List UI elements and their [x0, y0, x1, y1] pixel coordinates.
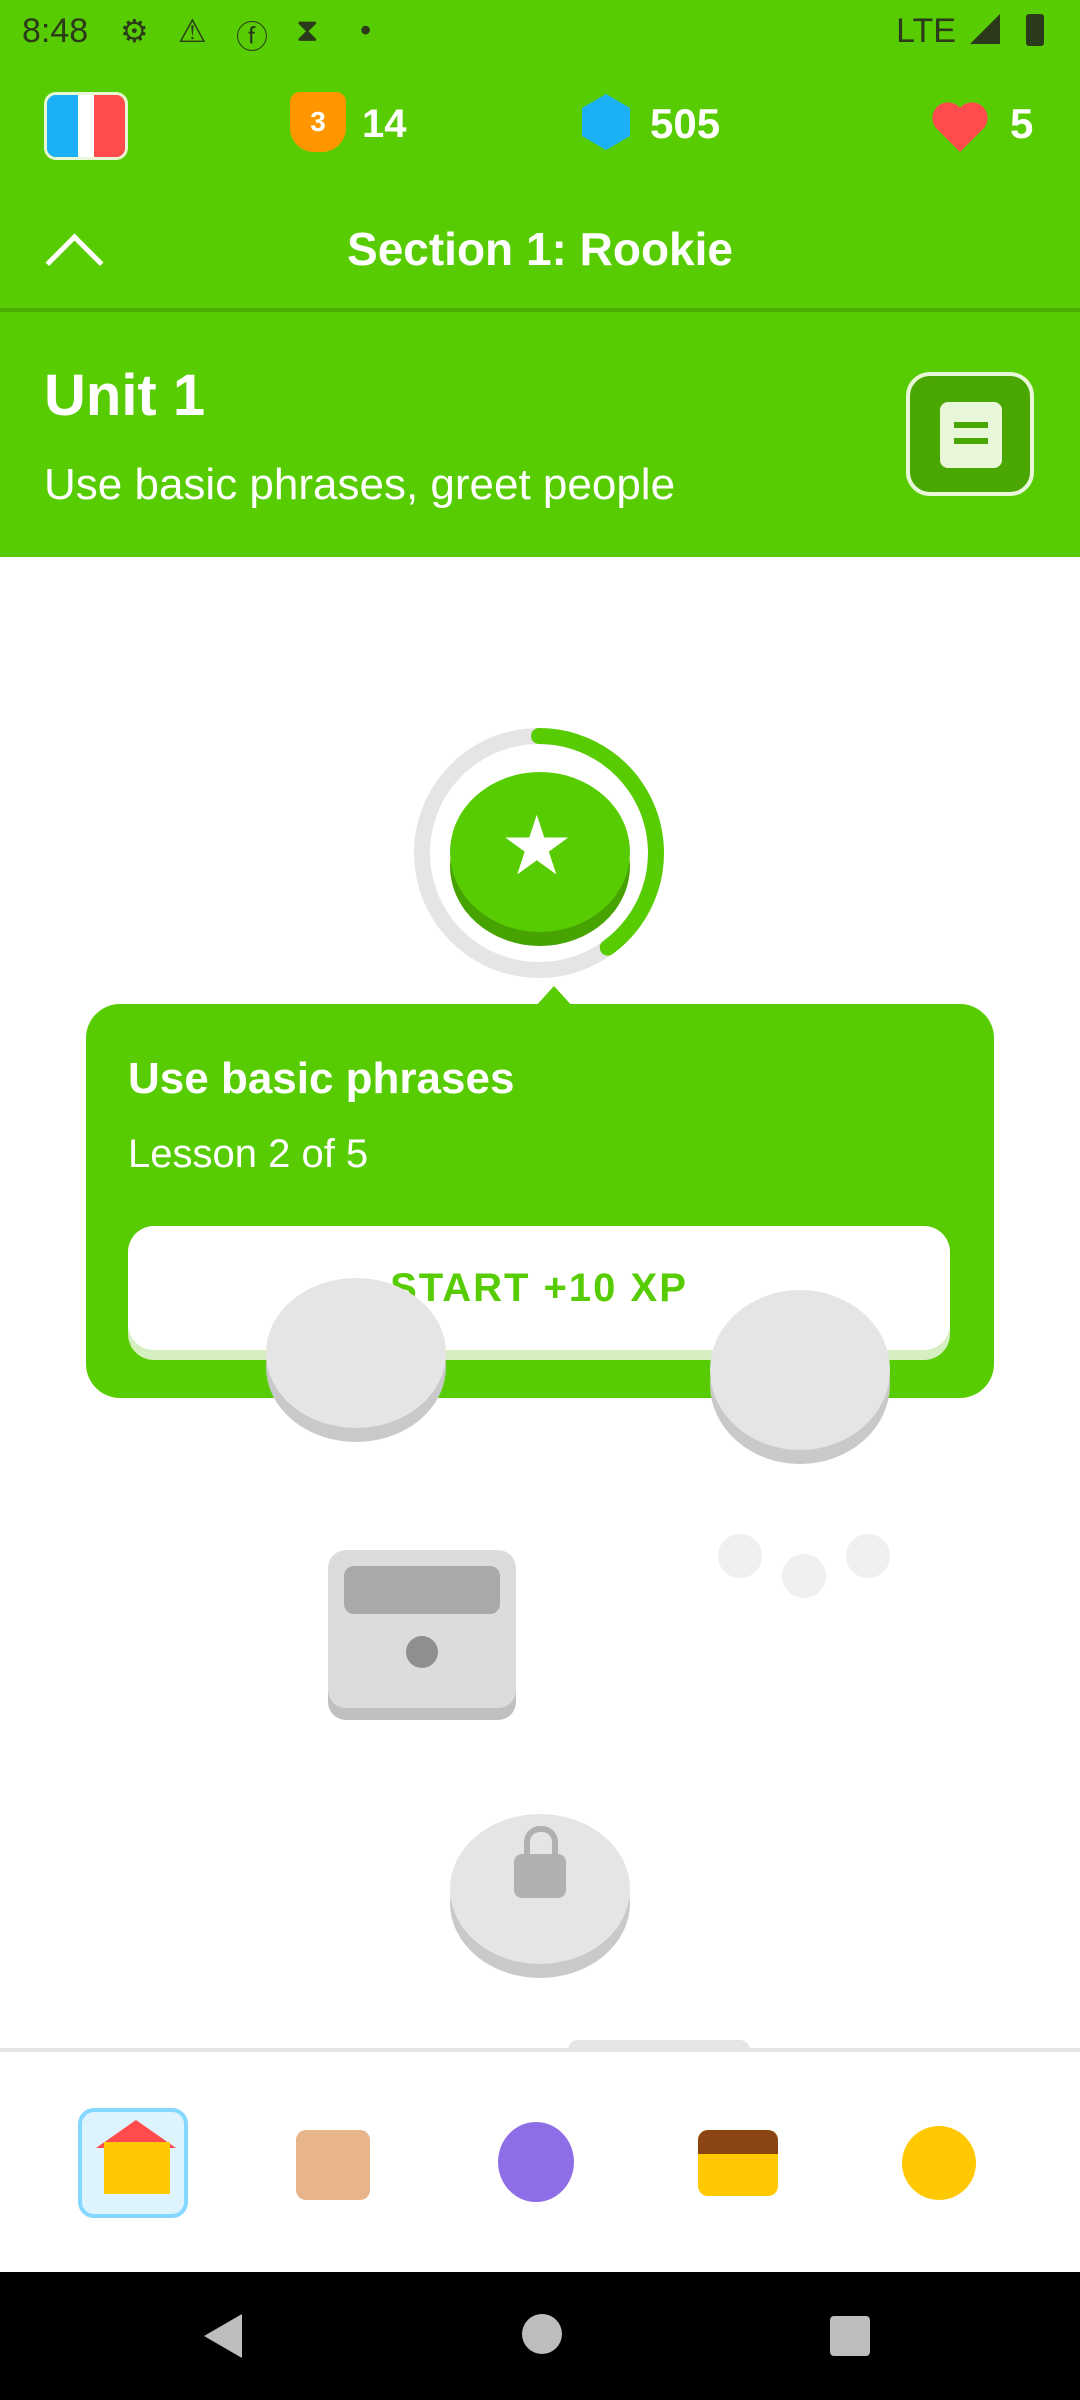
streak-count: 14 [362, 102, 407, 146]
tab-profile[interactable] [480, 2108, 590, 2218]
course-flag-button[interactable] [0, 62, 166, 188]
heart-count: 5 [1010, 100, 1034, 147]
profile-icon [498, 2122, 574, 2202]
streak-icon: 3 [290, 92, 346, 152]
unit-description: Use basic phrases, greet people [44, 460, 676, 509]
unit-title: Unit 1 [44, 363, 206, 428]
path-dot [782, 1554, 826, 1598]
header-divider [0, 308, 1080, 312]
status-time: 8:48 [22, 12, 89, 50]
current-lesson-node[interactable]: ★ [450, 772, 630, 932]
hourglass-icon: ⧗ [296, 12, 319, 48]
tab-leaderboard[interactable] [682, 2108, 792, 2218]
path-dot [718, 1534, 762, 1578]
battery-icon [1026, 14, 1044, 46]
chest-lock-icon [406, 1636, 438, 1668]
chest-icon [698, 2130, 778, 2196]
tab-quests[interactable] [882, 2108, 992, 2218]
bottom-tab-bar [0, 2048, 1080, 2276]
gem-icon [582, 94, 630, 150]
signal-icon [970, 14, 1000, 44]
streak-button[interactable]: 3 14 [272, 62, 436, 188]
home-circle-icon[interactable] [522, 2314, 562, 2354]
back-icon[interactable] [204, 2314, 242, 2358]
flag-icon [44, 92, 128, 160]
path-dot [846, 1534, 890, 1578]
lesson-title: Use basic phrases [128, 1054, 515, 1103]
tab-letters[interactable] [278, 2108, 388, 2218]
facebook-icon: ⓕ [236, 19, 269, 55]
status-bar: 8:48 ⚙ ⚠ ⓕ ⧗ • LTE [0, 0, 1080, 62]
system-nav-bar [0, 2272, 1080, 2400]
character-node[interactable] [710, 1290, 890, 1450]
notebook-icon [940, 402, 1002, 468]
dot-icon: • [360, 12, 372, 48]
network-type: LTE [896, 12, 956, 50]
lock-icon [514, 1826, 566, 1898]
recents-icon[interactable] [830, 2316, 870, 2356]
treasure-chest-node[interactable] [328, 1550, 516, 1708]
home-icon-body [104, 2142, 170, 2194]
hearts-button[interactable]: 5 [884, 62, 1080, 188]
chest-lid [344, 1566, 500, 1614]
lesson-subtitle: Lesson 2 of 5 [128, 1132, 369, 1176]
letters-icon [296, 2130, 370, 2200]
course-header: 3 14 505 5 Section 1: Rookie Unit 1 Use … [0, 62, 1080, 557]
gems-button[interactable]: 505 [540, 62, 776, 188]
guidebook-button[interactable] [906, 372, 1034, 496]
gear-icon: ⚙ [120, 13, 149, 49]
section-title[interactable]: Section 1: Rookie [0, 222, 1080, 276]
coin-icon [902, 2126, 976, 2200]
heart-icon [932, 102, 988, 152]
locked-lesson-node[interactable] [266, 1278, 446, 1428]
warning-icon: ⚠ [178, 13, 207, 49]
locked-lesson-node[interactable] [450, 1814, 630, 1964]
gem-count: 505 [650, 100, 721, 147]
star-icon: ★ [500, 801, 574, 892]
tab-home[interactable] [78, 2108, 188, 2218]
